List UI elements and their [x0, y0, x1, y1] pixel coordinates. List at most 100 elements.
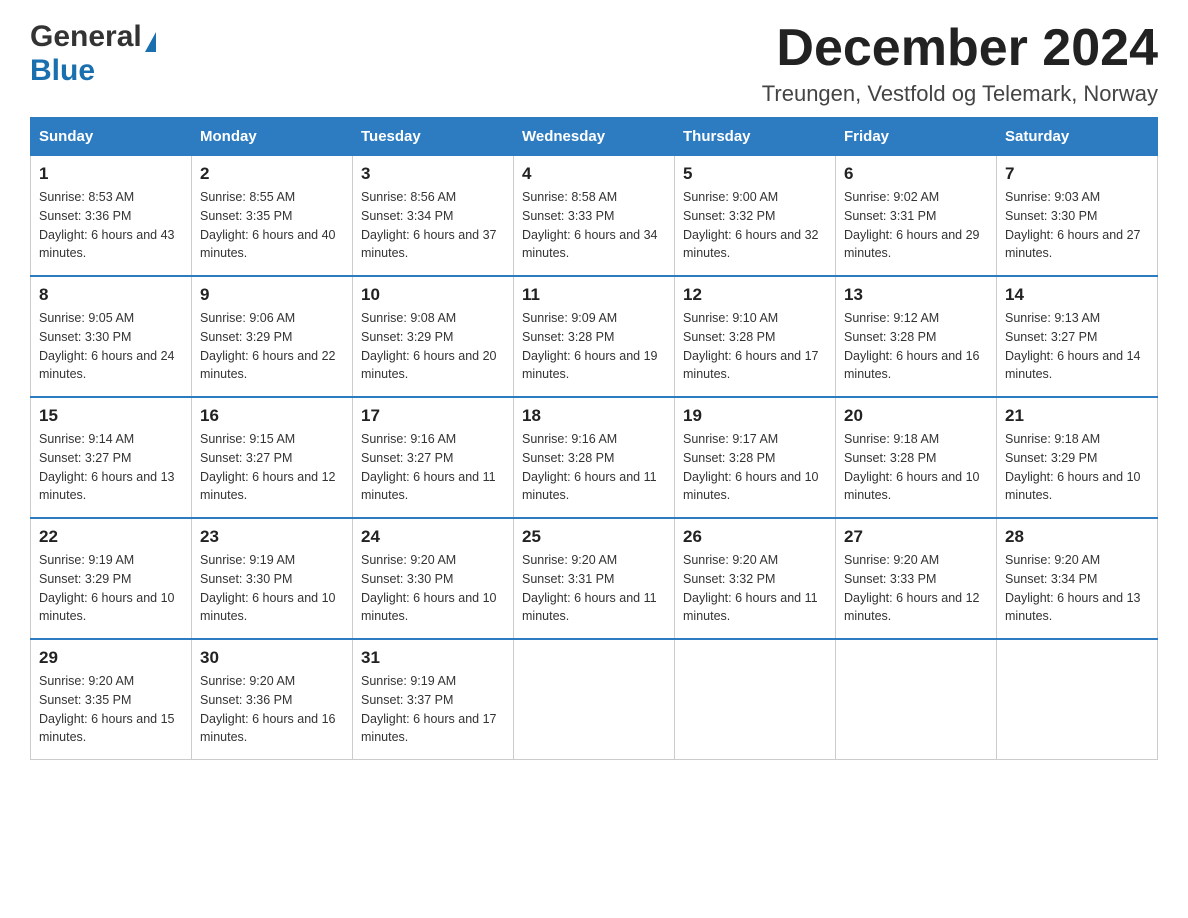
week-row-4: 22 Sunrise: 9:19 AMSunset: 3:29 PMDayligh…: [31, 518, 1158, 639]
logo: General Blue: [30, 20, 156, 88]
day-number: 12: [683, 285, 827, 305]
day-info: Sunrise: 9:20 AMSunset: 3:34 PMDaylight:…: [1005, 551, 1149, 626]
day-number: 18: [522, 406, 666, 426]
calendar-cell: 27 Sunrise: 9:20 AMSunset: 3:33 PMDayligh…: [836, 518, 997, 639]
day-info: Sunrise: 9:12 AMSunset: 3:28 PMDaylight:…: [844, 309, 988, 384]
day-info: Sunrise: 8:58 AMSunset: 3:33 PMDaylight:…: [522, 188, 666, 263]
calendar-cell: 23 Sunrise: 9:19 AMSunset: 3:30 PMDayligh…: [192, 518, 353, 639]
calendar-cell: 16Sunrise: 9:15 AMSunset: 3:27 PMDayligh…: [192, 397, 353, 518]
day-number: 23: [200, 527, 344, 547]
day-number: 22: [39, 527, 183, 547]
week-row-5: 29Sunrise: 9:20 AMSunset: 3:35 PMDayligh…: [31, 639, 1158, 760]
calendar-cell: 20 Sunrise: 9:18 AMSunset: 3:28 PMDayligh…: [836, 397, 997, 518]
calendar-cell: [514, 639, 675, 760]
day-number: 29: [39, 648, 183, 668]
calendar-cell: [997, 639, 1158, 760]
logo-blue-text: Blue: [30, 54, 95, 88]
weekday-header-sunday: Sunday: [31, 118, 192, 156]
day-number: 1: [39, 164, 183, 184]
title-section: December 2024 Treungen, Vestfold og Tele…: [762, 20, 1158, 107]
calendar-cell: 9 Sunrise: 9:06 AMSunset: 3:29 PMDaylight…: [192, 276, 353, 397]
calendar-table: SundayMondayTuesdayWednesdayThursdayFrid…: [30, 117, 1158, 760]
day-info: Sunrise: 9:19 AMSunset: 3:29 PMDaylight:…: [39, 551, 183, 626]
day-number: 13: [844, 285, 988, 305]
day-number: 27: [844, 527, 988, 547]
calendar-cell: [836, 639, 997, 760]
day-info: Sunrise: 8:55 AMSunset: 3:35 PMDaylight:…: [200, 188, 344, 263]
day-number: 24: [361, 527, 505, 547]
day-number: 14: [1005, 285, 1149, 305]
day-number: 30: [200, 648, 344, 668]
calendar-cell: 28Sunrise: 9:20 AMSunset: 3:34 PMDayligh…: [997, 518, 1158, 639]
day-number: 6: [844, 164, 988, 184]
weekday-header-friday: Friday: [836, 118, 997, 156]
day-number: 17: [361, 406, 505, 426]
day-info: Sunrise: 9:06 AMSunset: 3:29 PMDaylight:…: [200, 309, 344, 384]
day-info: Sunrise: 9:20 AMSunset: 3:33 PMDaylight:…: [844, 551, 988, 626]
calendar-cell: 5 Sunrise: 9:00 AMSunset: 3:32 PMDaylight…: [675, 156, 836, 277]
day-info: Sunrise: 9:14 AMSunset: 3:27 PMDaylight:…: [39, 430, 183, 505]
calendar-cell: [675, 639, 836, 760]
week-row-2: 8 Sunrise: 9:05 AMSunset: 3:30 PMDaylight…: [31, 276, 1158, 397]
calendar-cell: 21 Sunrise: 9:18 AMSunset: 3:29 PMDayligh…: [997, 397, 1158, 518]
day-info: Sunrise: 9:10 AMSunset: 3:28 PMDaylight:…: [683, 309, 827, 384]
month-title: December 2024: [762, 20, 1158, 77]
day-info: Sunrise: 9:05 AMSunset: 3:30 PMDaylight:…: [39, 309, 183, 384]
day-number: 16: [200, 406, 344, 426]
day-info: Sunrise: 9:20 AMSunset: 3:31 PMDaylight:…: [522, 551, 666, 626]
day-info: Sunrise: 9:19 AMSunset: 3:30 PMDaylight:…: [200, 551, 344, 626]
day-info: Sunrise: 9:20 AMSunset: 3:30 PMDaylight:…: [361, 551, 505, 626]
calendar-cell: 8 Sunrise: 9:05 AMSunset: 3:30 PMDaylight…: [31, 276, 192, 397]
day-number: 25: [522, 527, 666, 547]
calendar-cell: 7 Sunrise: 9:03 AMSunset: 3:30 PMDaylight…: [997, 156, 1158, 277]
calendar-cell: 26 Sunrise: 9:20 AMSunset: 3:32 PMDayligh…: [675, 518, 836, 639]
week-row-3: 15 Sunrise: 9:14 AMSunset: 3:27 PMDayligh…: [31, 397, 1158, 518]
calendar-cell: 18 Sunrise: 9:16 AMSunset: 3:28 PMDayligh…: [514, 397, 675, 518]
weekday-header-wednesday: Wednesday: [514, 118, 675, 156]
day-info: Sunrise: 9:20 AMSunset: 3:32 PMDaylight:…: [683, 551, 827, 626]
day-number: 20: [844, 406, 988, 426]
day-info: Sunrise: 9:03 AMSunset: 3:30 PMDaylight:…: [1005, 188, 1149, 263]
day-number: 7: [1005, 164, 1149, 184]
day-info: Sunrise: 9:18 AMSunset: 3:29 PMDaylight:…: [1005, 430, 1149, 505]
logo-general: General: [30, 20, 142, 53]
calendar-cell: 10 Sunrise: 9:08 AMSunset: 3:29 PMDayligh…: [353, 276, 514, 397]
calendar-cell: 19Sunrise: 9:17 AMSunset: 3:28 PMDayligh…: [675, 397, 836, 518]
day-number: 4: [522, 164, 666, 184]
day-number: 26: [683, 527, 827, 547]
day-info: Sunrise: 8:53 AMSunset: 3:36 PMDaylight:…: [39, 188, 183, 263]
day-number: 15: [39, 406, 183, 426]
calendar-cell: 30Sunrise: 9:20 AMSunset: 3:36 PMDayligh…: [192, 639, 353, 760]
calendar-cell: 3 Sunrise: 8:56 AMSunset: 3:34 PMDaylight…: [353, 156, 514, 277]
day-number: 3: [361, 164, 505, 184]
day-number: 21: [1005, 406, 1149, 426]
day-info: Sunrise: 9:17 AMSunset: 3:28 PMDaylight:…: [683, 430, 827, 505]
weekday-header-monday: Monday: [192, 118, 353, 156]
calendar-cell: 24 Sunrise: 9:20 AMSunset: 3:30 PMDayligh…: [353, 518, 514, 639]
day-info: Sunrise: 9:02 AMSunset: 3:31 PMDaylight:…: [844, 188, 988, 263]
logo-triangle-icon: [145, 32, 156, 52]
weekday-header-row: SundayMondayTuesdayWednesdayThursdayFrid…: [31, 118, 1158, 156]
day-number: 10: [361, 285, 505, 305]
day-number: 9: [200, 285, 344, 305]
day-info: Sunrise: 8:56 AMSunset: 3:34 PMDaylight:…: [361, 188, 505, 263]
page-header: General Blue December 2024 Treungen, Ves…: [30, 20, 1158, 107]
day-info: Sunrise: 9:19 AMSunset: 3:37 PMDaylight:…: [361, 672, 505, 747]
weekday-header-thursday: Thursday: [675, 118, 836, 156]
day-info: Sunrise: 9:18 AMSunset: 3:28 PMDaylight:…: [844, 430, 988, 505]
location-title: Treungen, Vestfold og Telemark, Norway: [762, 81, 1158, 107]
weekday-header-saturday: Saturday: [997, 118, 1158, 156]
day-number: 5: [683, 164, 827, 184]
day-number: 8: [39, 285, 183, 305]
calendar-cell: 14Sunrise: 9:13 AMSunset: 3:27 PMDayligh…: [997, 276, 1158, 397]
calendar-cell: 25 Sunrise: 9:20 AMSunset: 3:31 PMDayligh…: [514, 518, 675, 639]
calendar-cell: 6 Sunrise: 9:02 AMSunset: 3:31 PMDaylight…: [836, 156, 997, 277]
calendar-cell: 17Sunrise: 9:16 AMSunset: 3:27 PMDayligh…: [353, 397, 514, 518]
calendar-cell: 4 Sunrise: 8:58 AMSunset: 3:33 PMDaylight…: [514, 156, 675, 277]
calendar-cell: 29Sunrise: 9:20 AMSunset: 3:35 PMDayligh…: [31, 639, 192, 760]
calendar-cell: 12 Sunrise: 9:10 AMSunset: 3:28 PMDayligh…: [675, 276, 836, 397]
day-info: Sunrise: 9:16 AMSunset: 3:28 PMDaylight:…: [522, 430, 666, 505]
day-info: Sunrise: 9:00 AMSunset: 3:32 PMDaylight:…: [683, 188, 827, 263]
day-info: Sunrise: 9:08 AMSunset: 3:29 PMDaylight:…: [361, 309, 505, 384]
calendar-cell: 22 Sunrise: 9:19 AMSunset: 3:29 PMDayligh…: [31, 518, 192, 639]
